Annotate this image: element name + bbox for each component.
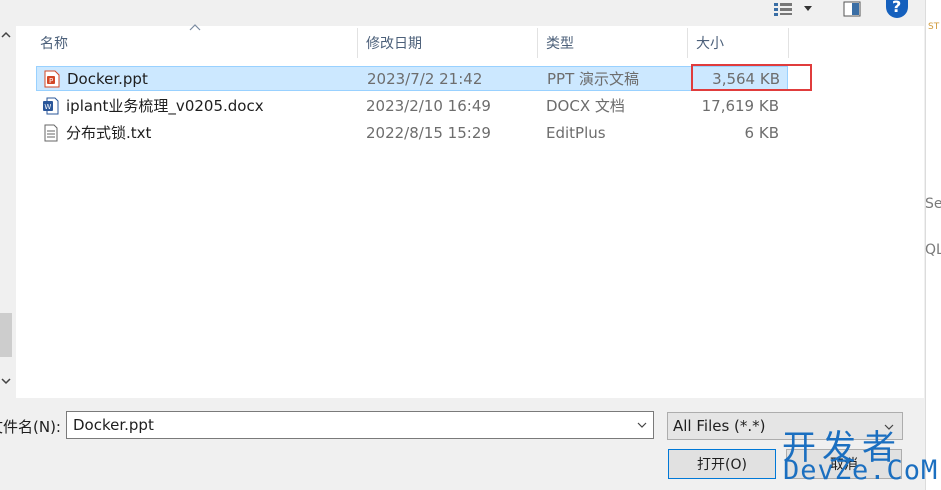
filetype-value: All Files (*.*) — [673, 417, 766, 435]
column-type-label: 类型 — [546, 35, 574, 52]
column-name-label: 名称 — [40, 35, 68, 52]
background-text: Se — [925, 196, 941, 212]
file-type: DOCX 文档 — [546, 97, 625, 115]
scroll-up-icon[interactable] — [0, 30, 12, 40]
file-row[interactable]: P Docker.ppt 2023/7/2 21:42 PPT 演示文稿 3,5… — [36, 66, 788, 91]
sort-ascending-icon — [189, 24, 201, 31]
help-icon[interactable]: ? — [886, 0, 908, 18]
column-divider[interactable] — [537, 28, 538, 58]
column-header-type[interactable]: 类型 — [546, 26, 686, 59]
filename-input[interactable]: Docker.ppt — [66, 411, 654, 439]
file-size: 6 KB — [744, 124, 779, 142]
file-name: iplant业务梳理_v0205.docx — [66, 97, 264, 115]
file-modified: 2022/8/15 15:29 — [366, 124, 491, 142]
preview-pane-icon[interactable] — [840, 0, 864, 18]
view-options-icon[interactable] — [771, 0, 795, 18]
column-divider[interactable] — [357, 28, 358, 58]
file-type: EditPlus — [546, 124, 606, 142]
filename-label: 文件名(N): — [0, 418, 61, 436]
help-label: ? — [892, 0, 902, 16]
word-file-icon: W — [43, 97, 59, 115]
open-button-label: 打开(O) — [697, 457, 747, 473]
file-name: Docker.ppt — [67, 70, 148, 88]
file-type: PPT 演示文稿 — [547, 70, 640, 88]
file-modified: 2023/7/2 21:42 — [367, 70, 483, 88]
text-file-icon — [44, 124, 58, 142]
file-row[interactable]: 分布式锁.txt 2022/8/15 15:29 EditPlus 6 KB — [36, 121, 788, 146]
background-text: QL — [925, 242, 941, 258]
svg-text:P: P — [49, 77, 53, 85]
svg-text:W: W — [44, 103, 51, 111]
background-text: ST — [928, 22, 940, 32]
column-size-label: 大小 — [696, 35, 724, 52]
column-modified-label: 修改日期 — [366, 35, 422, 52]
ppt-file-icon: P — [44, 70, 60, 88]
column-divider[interactable] — [687, 28, 688, 58]
watermark-text: DevZe.CoM — [783, 455, 939, 486]
file-name: 分布式锁.txt — [66, 124, 152, 142]
column-divider[interactable] — [788, 28, 789, 58]
file-size: 17,619 KB — [701, 97, 779, 115]
open-button[interactable]: 打开(O) — [668, 449, 776, 479]
column-header-modified[interactable]: 修改日期 — [366, 26, 536, 59]
chevron-down-icon[interactable] — [800, 0, 816, 18]
scroll-down-icon[interactable] — [0, 376, 12, 386]
file-modified: 2023/2/10 16:49 — [366, 97, 491, 115]
chevron-down-icon[interactable] — [635, 418, 649, 432]
filename-value: Docker.ppt — [73, 416, 154, 434]
highlight-box — [691, 64, 812, 91]
column-header-size[interactable]: 大小 — [696, 26, 786, 59]
scroll-thumb[interactable] — [0, 313, 12, 357]
file-row[interactable]: W iplant业务梳理_v0205.docx 2023/2/10 16:49 … — [36, 94, 788, 119]
